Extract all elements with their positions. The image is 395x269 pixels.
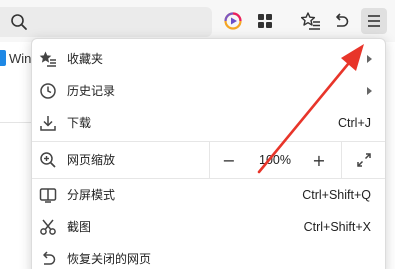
menu-item-favorites[interactable]: 收藏夹 [32, 43, 385, 75]
menu-item-label: 截图 [67, 220, 92, 234]
undo-icon[interactable] [328, 8, 354, 34]
menu-item-label: 收藏夹 [67, 52, 104, 66]
shortcut-label: Ctrl+Shift+Q [302, 188, 371, 202]
shortcut-label: Ctrl+J [338, 116, 371, 130]
menu-item-label: 历史记录 [67, 84, 116, 98]
menu-icon[interactable] [361, 8, 387, 34]
menu-item-label: 恢复关闭的网页 [67, 252, 152, 266]
main-menu-dropdown: 收藏夹 历史记录 下载 Ctrl+J 网页缩放 − 100% + 分屏模式 Ct… [31, 38, 386, 269]
favorites-star-icon[interactable] [298, 8, 324, 34]
menu-item-screenshot[interactable]: 截图 Ctrl+Shift+X [32, 211, 385, 243]
minus-icon: − [222, 150, 236, 170]
browser-toolbar [0, 0, 395, 42]
address-search-box[interactable] [0, 7, 212, 37]
scissors-icon [38, 217, 58, 237]
history-clock-icon [38, 81, 58, 101]
menu-item-label: 下载 [67, 116, 92, 130]
zoom-in-button[interactable]: + [304, 142, 334, 178]
split-screen-book-icon [38, 185, 58, 205]
menu-item-split-screen[interactable]: 分屏模式 Ctrl+Shift+Q [32, 179, 385, 211]
menu-item-zoom: 网页缩放 − 100% + [32, 142, 385, 178]
zoom-divider [209, 142, 210, 178]
fullscreen-expand-icon [357, 153, 371, 167]
media-player-icon[interactable] [220, 8, 246, 34]
menu-item-label: 网页缩放 [67, 153, 116, 167]
bookmark-favicon [0, 50, 6, 66]
menu-item-history[interactable]: 历史记录 [32, 75, 385, 107]
zoom-magnifier-icon [38, 150, 58, 170]
page-divider [0, 122, 32, 123]
apps-grid-icon[interactable] [252, 8, 278, 34]
fullscreen-button[interactable] [346, 142, 382, 178]
bookmark-label: Win [9, 50, 32, 66]
bookmark-item[interactable]: Win [0, 50, 31, 66]
menu-item-label: 分屏模式 [67, 188, 116, 202]
plus-icon: + [312, 150, 326, 170]
menu-item-downloads[interactable]: 下载 Ctrl+J [32, 107, 385, 139]
shortcut-label: Ctrl+Shift+X [303, 220, 371, 234]
submenu-arrow-icon [367, 55, 372, 63]
zoom-level-value: 100% [259, 153, 291, 167]
favorites-star-icon [38, 49, 58, 69]
download-icon [38, 113, 58, 133]
menu-item-restore-closed[interactable]: 恢复关闭的网页 [32, 243, 385, 269]
restore-undo-icon [38, 249, 58, 269]
search-icon [11, 14, 27, 30]
zoom-out-button[interactable]: − [214, 142, 244, 178]
zoom-divider [341, 142, 342, 178]
submenu-arrow-icon [367, 87, 372, 95]
